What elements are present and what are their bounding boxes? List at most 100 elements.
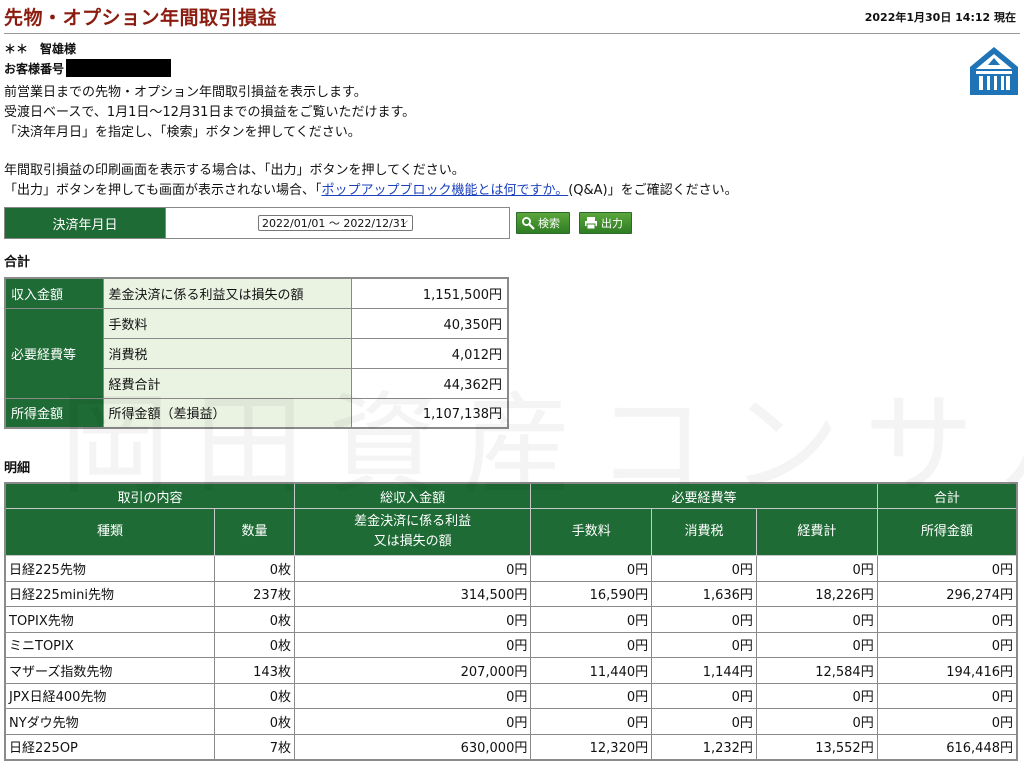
output-button-label: 出力 xyxy=(601,217,623,230)
row-commission: 0円 xyxy=(530,682,653,709)
customer-number-label: お客様番号 xyxy=(4,61,65,76)
row-income: 0円 xyxy=(876,631,1018,658)
col-header-pl: 差金決済に係る利益 又は損失の額 xyxy=(293,508,532,556)
table-row: 日経225mini先物 237枚 314,500円 16,590円 1,636円 18,2… xyxy=(4,580,1018,607)
row-expense-total: 0円 xyxy=(755,606,878,633)
detail-column-header-row: 種類 数量 差金決済に係る利益 又は損失の額 手数料 消費税 経費計 所得金額 xyxy=(4,508,1018,556)
summary-row-commission: 必要経費等 手数料 40,350円 xyxy=(4,307,509,399)
commission-value: 40,350円 xyxy=(350,307,509,339)
col-header-quantity: 数量 xyxy=(214,508,295,556)
group-header-gross: 総収入金額 xyxy=(293,482,532,509)
revenue-value: 1,151,500円 xyxy=(350,277,509,309)
settlement-date-field: 2022/01/01 ～ 2022/12/31 ⌵ xyxy=(166,208,509,238)
commission-label: 手数料 xyxy=(102,307,352,339)
table-row: ミニTOPIX 0枚 0円 0円 0円 0円 0円 xyxy=(4,631,1018,658)
row-type: ミニTOPIX xyxy=(4,631,216,658)
row-quantity: 0枚 xyxy=(214,682,295,709)
timestamp: 2022年1月30日 14:12 現在 xyxy=(864,11,1016,24)
row-expense-total: 12,584円 xyxy=(755,657,878,684)
col-header-commission: 手数料 xyxy=(530,508,653,556)
row-pl: 0円 xyxy=(293,708,532,735)
row-quantity: 0枚 xyxy=(214,631,295,658)
row-expense-total: 0円 xyxy=(755,555,878,582)
note-line-2-prefix: 「出力」ボタンを押しても画面が表示されない場合、「 xyxy=(4,183,322,198)
row-tax: 0円 xyxy=(651,708,757,735)
printer-icon xyxy=(584,216,598,230)
income-label: 所得金額 xyxy=(4,397,104,429)
row-tax: 1,232円 xyxy=(651,733,757,761)
detail-table-body: 日経225先物 0枚 0円 0円 0円 0円 0円 日経225mini先物 237枚 314,50… xyxy=(4,555,1018,761)
group-header-expenses: 必要経費等 xyxy=(530,482,878,509)
row-quantity: 7枚 xyxy=(214,733,295,761)
detail-group-header-row: 取引の内容 総収入金額 必要経費等 合計 xyxy=(4,482,1018,509)
table-row: 日経225先物 0枚 0円 0円 0円 0円 0円 xyxy=(4,555,1018,582)
page-title: 先物・オプション年間取引損益 xyxy=(4,7,278,29)
row-commission: 12,320円 xyxy=(530,733,653,761)
row-income: 0円 xyxy=(876,708,1018,735)
row-expense-total: 0円 xyxy=(755,708,878,735)
row-income: 0円 xyxy=(876,682,1018,709)
magnifier-icon xyxy=(521,216,535,230)
income-sub-label: 所得金額（差損益） xyxy=(102,397,352,429)
row-quantity: 0枚 xyxy=(214,555,295,582)
income-value: 1,107,138円 xyxy=(350,397,509,429)
row-quantity: 0枚 xyxy=(214,606,295,633)
col-header-type: 種類 xyxy=(4,508,216,556)
customer-number-row: お客様番号 xyxy=(4,59,172,77)
row-commission: 0円 xyxy=(530,631,653,658)
row-commission: 0円 xyxy=(530,555,653,582)
row-tax: 0円 xyxy=(651,631,757,658)
intro-text: 前営業日までの先物・オプション年間取引損益を表示します。 受渡日ベースで、1月1… xyxy=(4,83,415,143)
row-pl: 0円 xyxy=(293,606,532,633)
row-commission: 11,440円 xyxy=(530,657,653,684)
row-type: TOPIX先物 xyxy=(4,606,216,633)
search-button[interactable]: 検索 xyxy=(516,212,570,234)
row-income: 0円 xyxy=(876,606,1018,633)
intro-line: 「決済年月日」を指定し、「検索」ボタンを押してください。 xyxy=(4,125,361,140)
row-quantity: 143枚 xyxy=(214,657,295,684)
expense-total-label: 経費合計 xyxy=(102,367,352,399)
summary-row-revenue: 収入金額 差金決済に係る利益又は損失の額 1,151,500円 xyxy=(4,277,509,309)
row-income: 616,448円 xyxy=(876,733,1018,761)
row-pl: 630,000円 xyxy=(293,733,532,761)
table-row: TOPIX先物 0枚 0円 0円 0円 0円 0円 xyxy=(4,606,1018,633)
row-type: 日経225mini先物 xyxy=(4,580,216,607)
summary-row-income: 所得金額 所得金額（差損益） 1,107,138円 xyxy=(4,397,509,429)
revenue-sub-label: 差金決済に係る利益又は損失の額 xyxy=(102,277,352,309)
redacted-customer-number xyxy=(66,59,172,77)
expenses-label: 必要経費等 xyxy=(4,307,104,399)
row-tax: 1,144円 xyxy=(651,657,757,684)
popup-block-faq-link[interactable]: ポップアップブロック機能とは何ですか。 xyxy=(321,183,568,198)
col-header-pl-line1: 差金決済に係る利益 xyxy=(354,514,472,529)
row-tax: 0円 xyxy=(651,682,757,709)
row-commission: 0円 xyxy=(530,708,653,735)
selected-period: 2022/01/01 ～ 2022/12/31 xyxy=(262,217,407,230)
detail-table: 取引の内容 総収入金額 必要経費等 合計 種類 数量 差金決済に係る利益 又は損失… xyxy=(4,482,1018,761)
group-header-content: 取引の内容 xyxy=(4,482,295,509)
table-row: JPX日経400先物 0枚 0円 0円 0円 0円 0円 xyxy=(4,682,1018,709)
row-income: 296,274円 xyxy=(876,580,1018,607)
customer-name: ＊＊ 智雄様 xyxy=(4,42,77,56)
settlement-period-select[interactable]: 2022/01/01 ～ 2022/12/31 ⌵ xyxy=(258,215,413,231)
note-line-1: 年間取引損益の印刷画面を表示する場合は、「出力」ボタンを押してください。 xyxy=(4,163,465,178)
row-type: JPX日経400先物 xyxy=(4,682,216,709)
note-line-2-suffix: (Q&A)」をご確認ください。 xyxy=(568,183,738,198)
revenue-label: 収入金額 xyxy=(4,277,104,309)
row-expense-total: 0円 xyxy=(755,631,878,658)
row-income: 0円 xyxy=(876,555,1018,582)
table-row: NYダウ先物 0枚 0円 0円 0円 0円 0円 xyxy=(4,708,1018,735)
page-header: 先物・オプション年間取引損益 2022年1月30日 14:12 現在 xyxy=(0,0,1024,32)
row-type: マザーズ指数先物 xyxy=(4,657,216,684)
row-expense-total: 18,226円 xyxy=(755,580,878,607)
row-pl: 207,000円 xyxy=(293,657,532,684)
note-line-2: 「出力」ボタンを押しても画面が表示されない場合、「ポップアップブロック機能とは何… xyxy=(4,181,738,201)
output-button[interactable]: 出力 xyxy=(579,212,632,234)
intro-line: 受渡日ベースで、1月1日〜12月31日までの損益をご覧いただけます。 xyxy=(4,105,416,120)
summary-section-title: 合計 xyxy=(4,255,31,270)
header-divider xyxy=(4,33,1020,34)
row-tax: 0円 xyxy=(651,606,757,633)
expense-total-value: 44,362円 xyxy=(350,367,509,399)
row-commission: 16,590円 xyxy=(530,580,653,607)
print-notes: 年間取引損益の印刷画面を表示する場合は、「出力」ボタンを押してください。 「出力… xyxy=(4,161,738,201)
detail-section-title: 明細 xyxy=(4,461,31,476)
